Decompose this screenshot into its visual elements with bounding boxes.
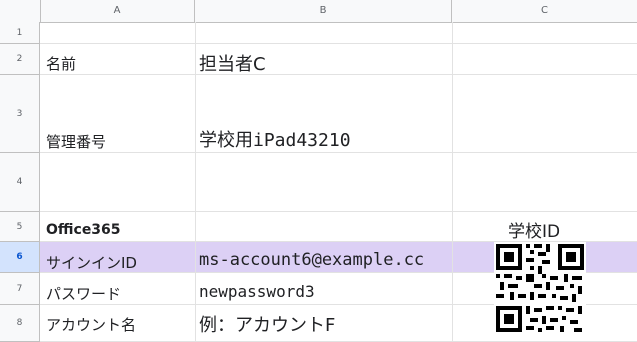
cell-a5[interactable]: Office365 <box>46 222 121 238</box>
row-header-7[interactable]: 7 <box>0 273 40 305</box>
cell-b8[interactable]: 例：アカウントF <box>199 311 335 337</box>
row-4 <box>40 153 637 212</box>
spreadsheet-grid[interactable]: A B C 1 2 3 4 5 6 7 8 名前 担当者C 管理番号 学校用iP… <box>0 0 637 342</box>
cell-a2[interactable]: 名前 <box>46 53 76 74</box>
row-header-4[interactable]: 4 <box>0 153 40 212</box>
row-1 <box>40 22 637 44</box>
row-2 <box>40 44 637 75</box>
gridline-ab <box>195 22 196 342</box>
column-header-c[interactable]: C <box>452 0 637 22</box>
cell-b3[interactable]: 学校用iPad43210 <box>199 126 351 152</box>
row-header-5[interactable]: 5 <box>0 212 40 242</box>
cell-a7[interactable]: パスワード <box>46 283 121 304</box>
cell-b6[interactable]: ms-account6@example.cc <box>199 250 452 270</box>
gridline-bc <box>452 22 453 342</box>
row-header-1[interactable]: 1 <box>0 22 40 44</box>
select-all-corner[interactable] <box>0 0 41 22</box>
cell-a3[interactable]: 管理番号 <box>46 131 106 152</box>
cell-c5[interactable]: 学校ID <box>508 217 560 242</box>
cell-a6[interactable]: サインインID <box>46 252 137 273</box>
row-header-3[interactable]: 3 <box>0 75 40 153</box>
cell-a8[interactable]: アカウント名 <box>46 314 136 335</box>
row-header-6[interactable]: 6 <box>0 242 40 273</box>
row-header-2[interactable]: 2 <box>0 44 40 75</box>
column-header-b[interactable]: B <box>195 0 452 22</box>
column-header-a[interactable]: A <box>40 0 195 22</box>
cell-b7[interactable]: newpassword3 <box>199 282 315 301</box>
row-header-8[interactable]: 8 <box>0 305 40 342</box>
qr-code-icon <box>494 242 586 334</box>
cell-b2[interactable]: 担当者C <box>199 50 266 76</box>
